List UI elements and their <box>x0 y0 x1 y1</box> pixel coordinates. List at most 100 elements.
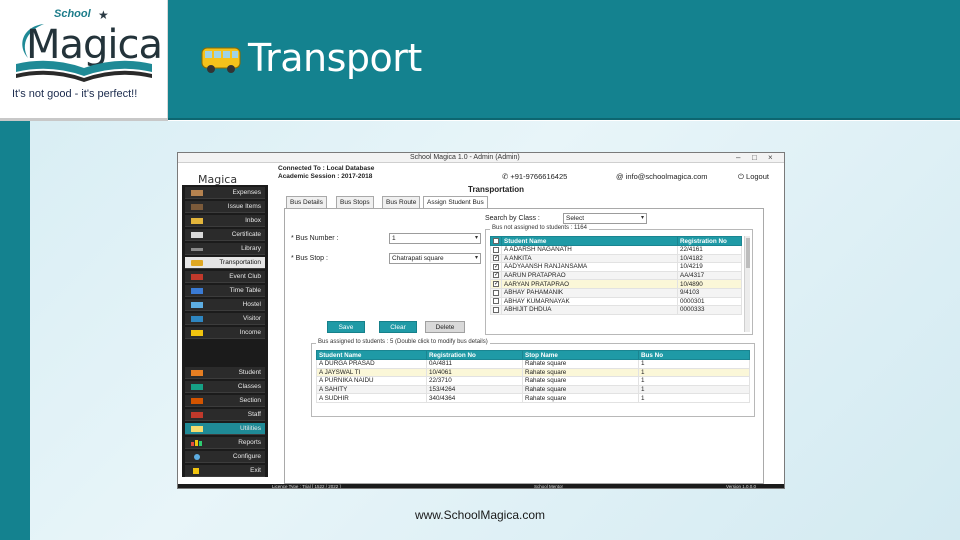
search-by-class-label: Search by Class : <box>485 215 540 222</box>
table-row[interactable]: ABHAY PAHAMANIK 9/4103 <box>490 287 742 298</box>
search-by-class-dropdown[interactable]: Select ▾ <box>563 213 647 224</box>
bus-stop-value: Chatrapati square <box>392 255 444 262</box>
sidebar-item-income[interactable]: Income <box>185 327 265 339</box>
table-row[interactable]: A SAHITY 153/4264 Rahate square 1 <box>316 384 750 395</box>
academic-session: Academic Session : 2017-2018 <box>278 173 373 180</box>
table-header-row: Student Name Registration No Stop Name B… <box>316 350 750 360</box>
sidebar-item-issue-items[interactable]: Issue Items <box>185 201 265 213</box>
student-name: A JAYSWAL TI <box>316 367 427 378</box>
row-checkbox[interactable]: ✓ <box>493 263 499 270</box>
time-table-icon <box>191 288 203 294</box>
sidebar-item-time-table[interactable]: Time Table <box>185 285 265 297</box>
clear-button[interactable]: Clear <box>379 321 417 333</box>
maximize-button[interactable]: □ <box>752 153 757 162</box>
sidebar-item-library[interactable]: Library <box>185 243 265 255</box>
column-header-stop-name[interactable]: Stop Name <box>522 350 639 360</box>
row-checkbox[interactable] <box>493 298 499 305</box>
staff-icon <box>191 412 203 418</box>
student-name: A SUDHIR <box>316 393 427 403</box>
row-checkbox[interactable] <box>493 246 499 253</box>
sidebar-item-event-club[interactable]: Event Club <box>185 271 265 283</box>
sidebar-item-staff[interactable]: Staff <box>185 409 265 421</box>
close-button[interactable]: × <box>768 153 773 162</box>
sidebar-item-inbox[interactable]: Inbox <box>185 215 265 227</box>
sidebar-item-utilities[interactable]: Utilities <box>185 423 265 435</box>
minimize-button[interactable]: – <box>736 153 740 162</box>
row-checkbox[interactable]: ✓ <box>493 272 499 279</box>
student-name: AARUN PRATAPRAO <box>501 270 678 281</box>
student-name: ABHIJIT DHDUA <box>501 305 678 315</box>
column-header-student-name[interactable]: Student Name <box>316 350 427 360</box>
sidebar-label: Library <box>241 245 261 252</box>
table-row[interactable]: A DURGA PRASAD 0A/4811 Rahate square 1 <box>316 359 750 369</box>
table-row[interactable]: A PURNIKA NAIDU 22/3710 Rahate square 1 <box>316 376 750 386</box>
chevron-down-icon: ▾ <box>474 235 478 241</box>
phone-number: ✆ +91-9766616425 <box>502 172 567 181</box>
table-row[interactable]: ABHAY KUMARNAYAK 0000301 <box>490 296 742 307</box>
school-mentor-status: School Mentor <box>534 484 564 489</box>
sidebar-label: Visitor <box>243 315 261 322</box>
table-row[interactable]: A ADARSH NAGANATH 22/4161 <box>490 245 742 255</box>
header-underline <box>168 118 960 120</box>
sidebar-item-exit[interactable]: Exit <box>185 465 265 477</box>
sidebar-item-expenses[interactable]: Expenses <box>185 187 265 199</box>
licence-status: Licence Type : Trial [ 1522 / 2022 ] <box>272 484 341 489</box>
sidebar-item-classes[interactable]: Classes <box>185 381 265 393</box>
sidebar-item-transportation[interactable]: Transportation <box>185 257 265 269</box>
sidebar-label: Time Table <box>229 287 261 294</box>
bus-no: 1 <box>638 384 750 395</box>
logout-button[interactable]: ⏻ Logout <box>738 172 769 182</box>
connection-status: Connected To : Local Database <box>278 165 375 172</box>
sidebar-label: Expenses <box>232 189 261 196</box>
table-row[interactable]: A SUDHIR 340/4364 Rahate square 1 <box>316 393 750 403</box>
row-checkbox[interactable] <box>493 289 499 296</box>
window-title: School Magica 1.0 - Admin (Admin) <box>410 154 520 161</box>
version-status: Version 1.0.0.0 <box>726 484 757 489</box>
sidebar-item-student[interactable]: Student <box>185 367 265 379</box>
select-all-checkbox[interactable] <box>490 236 502 246</box>
table-row[interactable]: ✓ AARYAN PRATAPRAO 10/4890 <box>490 279 742 289</box>
unassigned-scrollbar[interactable] <box>744 236 750 332</box>
sidebar-label: Inbox <box>245 217 261 224</box>
sidebar-label: Event Club <box>229 273 261 280</box>
save-button[interactable]: Save <box>327 321 365 333</box>
stop-name: Rahate square <box>522 359 639 369</box>
sidebar-item-reports[interactable]: Reports <box>185 437 265 449</box>
delete-button[interactable]: Delete <box>425 321 465 333</box>
sidebar-item-certificate[interactable]: Certificate <box>185 229 265 241</box>
column-header-student-name[interactable]: Student Name <box>501 236 678 246</box>
row-checkbox[interactable]: ✓ <box>493 255 499 262</box>
registration-no: 0000301 <box>677 296 742 307</box>
sidebar-label: Exit <box>250 467 261 474</box>
registration-no: 9/4103 <box>677 287 742 298</box>
sidebar-item-section[interactable]: Section <box>185 395 265 407</box>
chevron-down-icon: ▾ <box>640 215 644 221</box>
stop-name: Rahate square <box>522 384 639 395</box>
column-header-bus-no[interactable]: Bus No <box>638 350 750 360</box>
visitor-icon <box>191 316 203 322</box>
bus-stop-dropdown[interactable]: Chatrapati square ▾ <box>389 253 481 264</box>
sidebar-item-visitor[interactable]: Visitor <box>185 313 265 325</box>
sidebar-item-hostel[interactable]: Hostel <box>185 299 265 311</box>
sidebar-item-configure[interactable]: Configure <box>185 451 265 463</box>
bus-number-dropdown[interactable]: 1 ▾ <box>389 233 481 244</box>
left-accent-stripe <box>0 120 30 540</box>
table-row[interactable]: ✓ AADYAANSH RANJANSAMA 10/4219 <box>490 262 742 272</box>
unassigned-students-group: Bus not assigned to students : 1164 Stud… <box>485 225 753 335</box>
power-icon: ⏻ <box>738 172 747 181</box>
table-row[interactable]: ABHIJIT DHDUA 0000333 <box>490 305 742 315</box>
row-checkbox[interactable]: ✓ <box>493 281 499 287</box>
registration-no: 22/4161 <box>677 245 742 255</box>
scrollbar-thumb[interactable] <box>746 238 750 268</box>
student-name: A PURNIKA NAIDU <box>316 376 427 386</box>
footer-website-link[interactable]: www.SchoolMagica.com <box>0 508 960 522</box>
table-row[interactable]: A JAYSWAL TI 10/4061 Rahate square 1 <box>316 367 750 378</box>
row-checkbox[interactable] <box>493 306 499 313</box>
column-header-registration-no[interactable]: Registration No <box>677 236 742 246</box>
sidebar-label: Issue Items <box>227 203 261 210</box>
table-row[interactable]: ✓ AARUN PRATAPRAO AA/4317 <box>490 270 742 281</box>
registration-no: 10/4890 <box>677 279 742 289</box>
certificate-icon <box>191 232 203 238</box>
column-header-registration-no[interactable]: Registration No <box>426 350 523 360</box>
table-row[interactable]: ✓ A ANKITA 10/4182 <box>490 253 742 264</box>
